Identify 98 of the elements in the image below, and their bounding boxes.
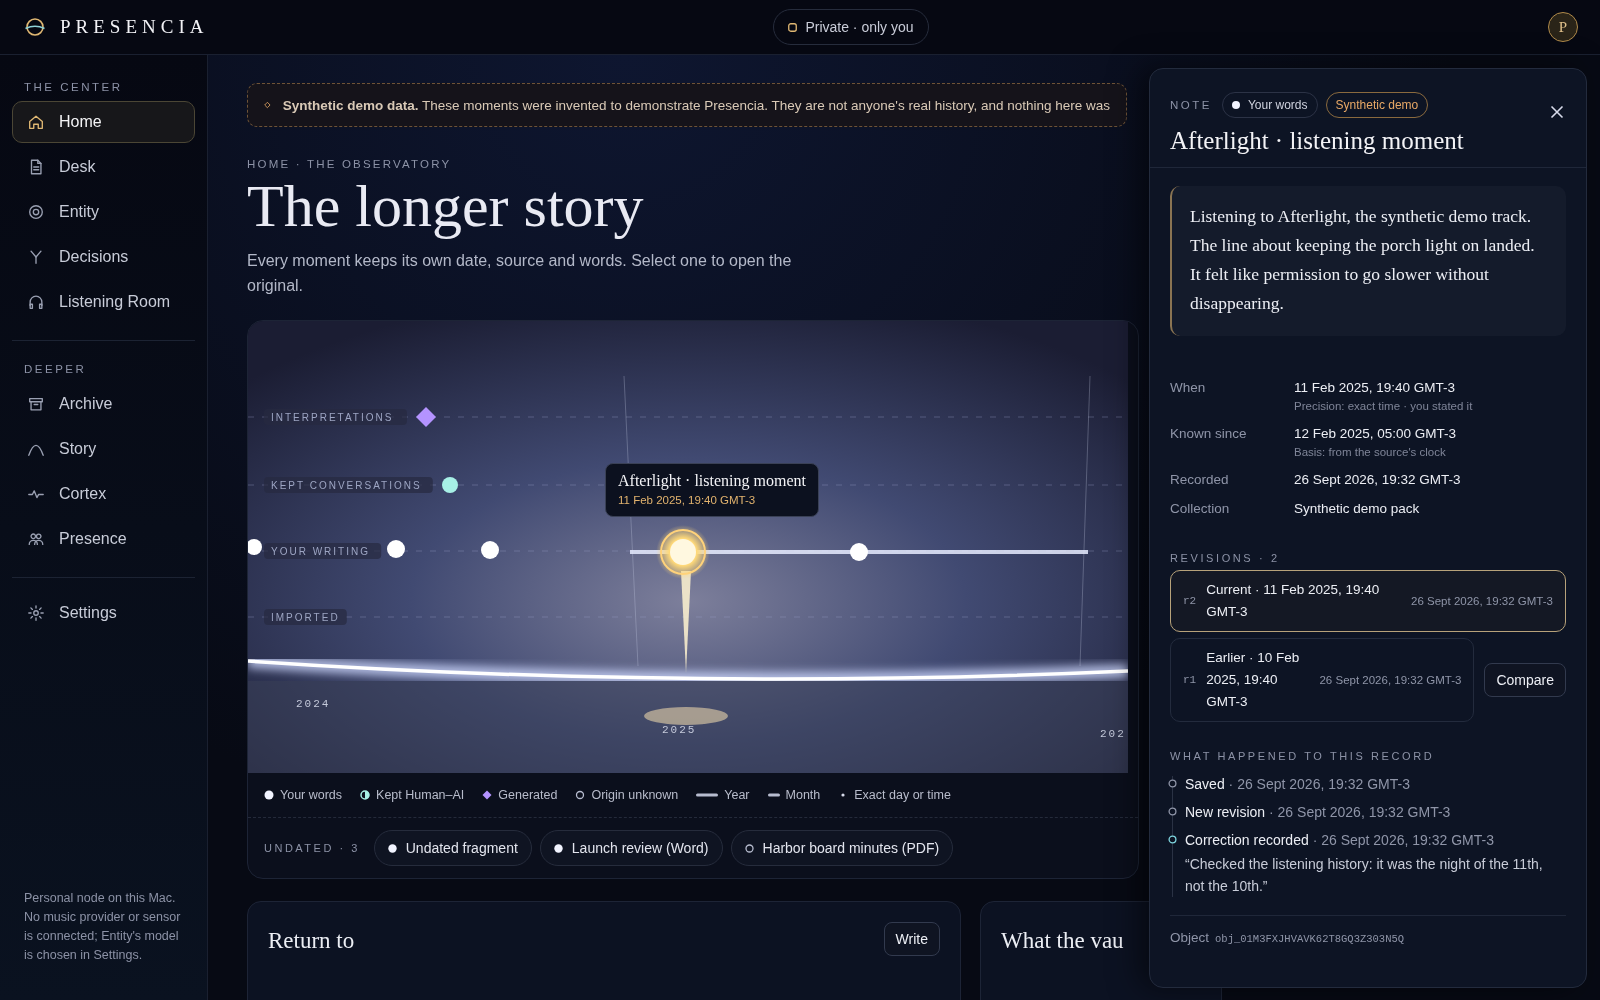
nav-item[interactable]: Cortex <box>12 473 195 515</box>
fact-label: When <box>1170 380 1207 397</box>
nav-item[interactable]: Story <box>12 428 195 470</box>
page-title: The longer story <box>247 174 644 238</box>
nav-item[interactable]: Listening Room <box>12 281 195 323</box>
fact-label: Collection <box>1170 501 1231 516</box>
undated-chip[interactable]: Launch review (Word) <box>539 830 723 866</box>
fork-icon <box>27 248 45 266</box>
ring-icon <box>744 843 754 853</box>
revision-title: Earlier · 10 Feb 2025, 19:40 GMT-3 <box>1206 649 1301 711</box>
object-label: Object <box>1170 930 1210 945</box>
legend-label: Month <box>785 788 821 802</box>
fact-detail: Basis: from the source's clock <box>1294 446 1447 458</box>
card-title: Return to <box>268 928 355 954</box>
write-button[interactable]: Write <box>883 922 940 956</box>
undated-label: UNDATED · 3 <box>264 842 360 854</box>
nav-item[interactable]: Presence <box>12 518 195 560</box>
history-label: WHAT HAPPENED TO THIS RECORD <box>1170 750 1436 762</box>
revision-time: 26 Sept 2026, 19:32 GMT-3 <box>1319 674 1462 686</box>
lane-label: KEPT CONVERSATIONS <box>264 477 433 493</box>
dot-icon <box>1231 101 1240 109</box>
event-text: New revision · 26 Sept 2026, 19:32 GMT-3 <box>1185 804 1452 820</box>
card-title: What the vau <box>1001 928 1124 954</box>
year-label: 2024 <box>296 698 331 710</box>
year-label: 2025 <box>662 724 697 736</box>
fact-value: 12 Feb 2025, 05:00 GMT-3 <box>1294 426 1458 441</box>
footnote: Personal node on this Mac. No music provider or sensor is connected; Entity's model is chosen in Settings. <box>24 890 182 964</box>
breadcrumb: HOME · THE OBSERVATORY <box>247 158 452 170</box>
selected-moment <box>656 525 710 579</box>
archive-icon <box>27 395 45 413</box>
compare-button[interactable]: Compare <box>1484 663 1566 697</box>
intro-text: Every moment keeps its own date, source and words. Select one to open the original. <box>247 251 793 296</box>
dot-icon <box>553 843 563 853</box>
year-label: 202 <box>1100 728 1126 740</box>
revision-id: r2 <box>1183 595 1197 607</box>
legend-label: Origin unknown <box>591 788 679 802</box>
legend-label: Exact day or time <box>854 788 951 802</box>
note-label: NOTE <box>1170 99 1212 111</box>
nav-item[interactable]: Settings <box>12 592 195 634</box>
logo-icon <box>24 16 46 38</box>
undated-chip[interactable]: Undated fragment <box>373 830 532 866</box>
moment-dot <box>850 543 868 561</box>
revision-id: r1 <box>1183 674 1197 686</box>
lane-label: IMPORTED <box>264 609 347 625</box>
section-label: DEEPER <box>23 362 88 377</box>
fact-value: 11 Feb 2025, 19:40 GMT-3 <box>1294 380 1457 395</box>
event-comment: “Checked the listening history: it was the night of the 11th, not the 10th.” <box>1185 855 1544 896</box>
privacy-label: Private · only you <box>805 19 914 35</box>
revision-item[interactable]: r2 Current · 11 Feb 2025, 19:40 GMT-3 26 Sept 2026, 19:32 GMT-3 <box>1170 570 1566 632</box>
fact-value: Synthetic demo pack <box>1294 501 1421 516</box>
tooltip-date: 11 Feb 2025, 19:40 GMT-3 <box>618 494 757 506</box>
event-text: Saved · 26 Sept 2026, 19:32 GMT-3 <box>1185 776 1411 792</box>
event-text: Correction recorded · 26 Sept 2026, 19:32 GMT-3 <box>1185 832 1495 848</box>
home-icon <box>27 113 45 131</box>
undated-chip[interactable]: Harbor board minutes (PDF) <box>730 830 954 866</box>
revision-time: 26 Sept 2026, 19:32 GMT-3 <box>1411 595 1553 607</box>
section-label: THE CENTER <box>23 80 124 95</box>
people-icon <box>27 530 45 548</box>
legend-label: Your words <box>280 788 343 802</box>
legend-label: Kept Human–AI <box>376 788 465 802</box>
legend-dot-icon <box>264 790 274 800</box>
moment-dot <box>481 541 499 559</box>
revision-item[interactable]: r1 Earlier · 10 Feb 2025, 19:40 GMT-3 26 Sept 2026, 19:32 GMT-3 <box>1170 638 1475 722</box>
moment-dot <box>442 477 458 493</box>
nav-item[interactable]: Entity <box>12 191 195 233</box>
diamond-icon <box>264 100 271 110</box>
avatar-button[interactable]: P <box>1548 12 1578 42</box>
close-icon <box>1550 105 1564 119</box>
target-icon <box>27 203 45 221</box>
quote-text: Listening to Afterlight, the synthetic demo track. The line about keeping the porch light on landed. It felt like permission to go slower without disappearing. <box>1170 186 1566 336</box>
brand-name: PRESENCIA <box>60 16 209 38</box>
fact-label: Recorded <box>1170 472 1230 487</box>
revisions-label: REVISIONS · 2 <box>1170 552 1281 564</box>
headphones-icon <box>27 293 45 311</box>
nav-item[interactable]: Decisions <box>12 236 195 278</box>
legend-label: Year <box>724 788 750 802</box>
legend-ring-icon <box>575 790 586 800</box>
fact-value: 26 Sept 2026, 19:32 GMT-3 <box>1294 472 1462 487</box>
revision-title: Current · 11 Feb 2025, 19:40 GMT-3 <box>1206 581 1381 621</box>
moment-dot <box>387 540 405 558</box>
legend-diamond-icon <box>482 790 493 800</box>
nav-item[interactable]: Desk <box>12 146 195 188</box>
fact-detail: Precision: exact time · you stated it <box>1294 400 1474 412</box>
moment-diamond <box>416 407 436 427</box>
nav-item[interactable]: Archive <box>12 383 195 425</box>
note-title: Afterlight · listening moment <box>1170 127 1465 155</box>
tooltip-title: Afterlight · listening moment <box>618 472 806 490</box>
legend-label: Generated <box>498 788 558 802</box>
lane-label: YOUR WRITING <box>264 543 382 559</box>
settings-icon <box>27 604 45 622</box>
lane-label: INTERPRETATIONS <box>264 409 407 425</box>
close-button[interactable] <box>1548 103 1566 121</box>
legend-half-icon <box>360 790 371 800</box>
fact-label: Known since <box>1170 426 1248 443</box>
object-id: obj_01M3FXJHVAVK62T8GQ3Z303N5Q <box>1215 933 1405 945</box>
banner-text: Synthetic demo data. These moments were invented to demonstrate Presencia. They are not anyone's real history, and nothing here was <box>282 97 1110 113</box>
dot-icon <box>387 843 397 853</box>
nav-item[interactable]: Home <box>12 101 195 143</box>
